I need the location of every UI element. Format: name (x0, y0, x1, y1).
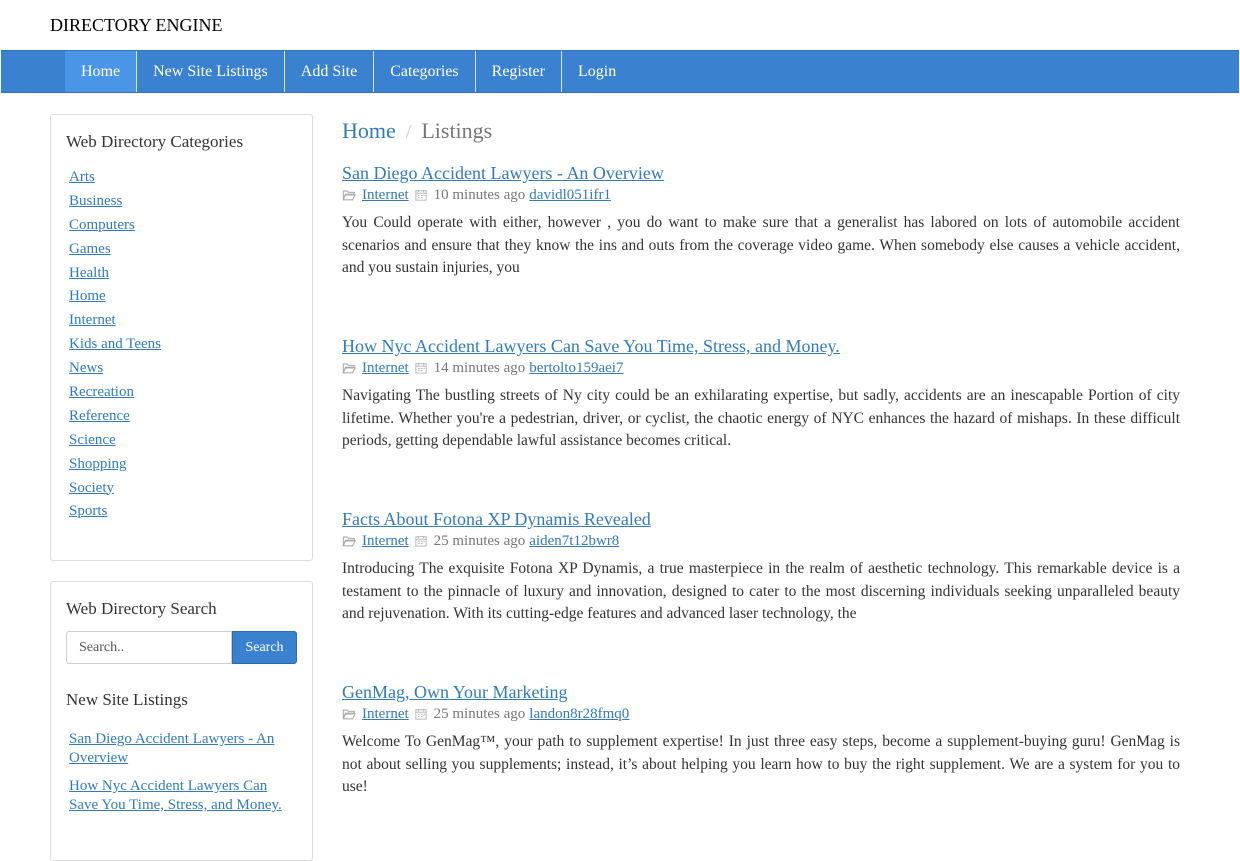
listing-time: 25 minutes ago (433, 533, 526, 549)
breadcrumb-separator: / (405, 121, 412, 143)
category-link-reference[interactable]: Reference (69, 408, 130, 424)
categories-title: Web Directory Categories (66, 132, 244, 151)
listing-meta: Internet 14 minutes ago bertolto159aei7 (342, 358, 1180, 378)
listing-user-link[interactable]: davidl051ifr1 (529, 185, 611, 205)
category-item: Society (69, 477, 297, 501)
listing-user-link[interactable]: bertolto159aei7 (529, 358, 623, 378)
search-input[interactable] (66, 631, 232, 664)
category-item: Kids and Teens (69, 333, 297, 357)
listing-item: Facts About Fotona XP Dynamis Revealed I… (342, 508, 1180, 667)
category-link-arts[interactable]: Arts (69, 169, 95, 185)
calendar-icon (414, 189, 427, 201)
nav-item-login[interactable]: Login (562, 51, 632, 92)
breadcrumb: Home / Listings (342, 118, 1180, 148)
category-item: Home (69, 285, 297, 309)
category-link-business[interactable]: Business (69, 193, 122, 209)
listing-user-link[interactable]: landon8r28fmq0 (529, 704, 629, 724)
new-listing-link[interactable]: How Nyc Accident Lawyers Can Save You Ti… (69, 778, 282, 813)
listing-time: 14 minutes ago (433, 360, 526, 376)
listing-title[interactable]: GenMag, Own Your Marketing (342, 681, 1180, 703)
calendar-icon (414, 362, 427, 374)
category-item: Internet (69, 309, 297, 333)
folder-open-icon (342, 363, 356, 374)
nav-item-home[interactable]: Home (65, 51, 138, 92)
nav-item-register[interactable]: Register (476, 51, 562, 92)
listing-description: You Could operate with either, however ,… (342, 214, 1180, 276)
category-list: Arts Business Computers Games Health Hom… (69, 166, 297, 524)
sidebar: Web Directory Categories Arts Business C… (50, 114, 313, 861)
folder-open-icon (342, 709, 356, 720)
calendar-icon (414, 535, 427, 547)
category-link-sports[interactable]: Sports (69, 503, 107, 519)
category-link-recreation[interactable]: Recreation (69, 384, 134, 400)
new-listing-link[interactable]: San Diego Accident Lawyers - An Overview (69, 731, 274, 766)
listing-category-link[interactable]: Internet (362, 531, 409, 551)
category-item: Health (69, 262, 297, 286)
category-item: Arts (69, 166, 297, 190)
listing-meta: Internet 25 minutes ago landon8r28fmq0 (342, 704, 1180, 724)
category-link-shopping[interactable]: Shopping (69, 456, 127, 472)
listing-title[interactable]: Facts About Fotona XP Dynamis Revealed (342, 508, 1180, 530)
breadcrumb-current: Listings (421, 118, 493, 143)
listing-item: GenMag, Own Your Marketing Internet 25 m… (342, 681, 1180, 840)
site-brand[interactable]: DIRECTORY ENGINE (50, 15, 223, 36)
listing-title[interactable]: How Nyc Accident Lawyers Can Save You Ti… (342, 335, 1180, 357)
top-bar: DIRECTORY ENGINE (0, 0, 1240, 50)
category-link-science[interactable]: Science (69, 432, 116, 448)
category-item: Sports (69, 500, 297, 524)
new-listing-item: How Nyc Accident Lawyers Can Save You Ti… (69, 777, 297, 815)
category-link-health[interactable]: Health (69, 265, 109, 281)
nav-item-add-site[interactable]: Add Site (285, 51, 375, 92)
category-link-games[interactable]: Games (69, 241, 111, 257)
listing-item: How Nyc Accident Lawyers Can Save You Ti… (342, 335, 1180, 494)
listing-description: Introducing The exquisite Fotona XP Dyna… (342, 560, 1180, 622)
category-link-news[interactable]: News (69, 360, 103, 376)
category-item: Recreation (69, 381, 297, 405)
nav-item-categories[interactable]: Categories (374, 51, 476, 92)
listing-meta: Internet 10 minutes ago davidl051ifr1 (342, 185, 1180, 205)
new-listings-title: New Site Listings (66, 690, 188, 709)
category-item: Business (69, 190, 297, 214)
category-item: Computers (69, 214, 297, 238)
listing-description: Navigating The bustling streets of Ny ci… (342, 387, 1180, 449)
new-listing-item: San Diego Accident Lawyers - An Overview (69, 730, 297, 768)
search-button[interactable]: Search (232, 631, 297, 664)
calendar-icon (414, 708, 427, 720)
search-panel: Web Directory Search Search New Site Lis… (50, 581, 313, 861)
category-link-kids-and-teens[interactable]: Kids and Teens (69, 336, 161, 352)
category-link-society[interactable]: Society (69, 480, 114, 496)
category-item: Reference (69, 405, 297, 429)
nav-list: Home New Site Listings Add Site Categori… (1, 51, 1239, 92)
category-link-computers[interactable]: Computers (69, 217, 135, 233)
breadcrumb-home[interactable]: Home (342, 118, 396, 143)
category-item: News (69, 357, 297, 381)
category-link-internet[interactable]: Internet (69, 312, 116, 328)
listing-time: 10 minutes ago (433, 187, 526, 203)
category-link-home[interactable]: Home (69, 288, 106, 304)
nav-item-new-site-listings[interactable]: New Site Listings (137, 51, 285, 92)
search-form: Search (66, 631, 297, 664)
main-navbar: Home New Site Listings Add Site Categori… (1, 50, 1239, 93)
listing-user-link[interactable]: aiden7t12bwr8 (529, 531, 619, 551)
category-item: Science (69, 429, 297, 453)
new-listings-list: San Diego Accident Lawyers - An Overview… (69, 730, 297, 815)
search-panel-title: Web Directory Search (66, 599, 217, 618)
listing-time: 25 minutes ago (433, 706, 526, 722)
main-content: Home / Listings San Diego Accident Lawyers… (342, 114, 1180, 840)
listing-title[interactable]: San Diego Accident Lawyers - An Overview (342, 162, 1180, 184)
category-item: Shopping (69, 453, 297, 477)
listing-category-link[interactable]: Internet (362, 185, 409, 205)
category-item: Games (69, 238, 297, 262)
listing-meta: Internet 25 minutes ago aiden7t12bwr8 (342, 531, 1180, 551)
folder-open-icon (342, 536, 356, 547)
listing-item: San Diego Accident Lawyers - An Overview… (342, 162, 1180, 321)
folder-open-icon (342, 190, 356, 201)
listing-category-link[interactable]: Internet (362, 358, 409, 378)
listing-description: Welcome To GenMag™, your path to supplem… (342, 733, 1180, 795)
listing-category-link[interactable]: Internet (362, 704, 409, 724)
categories-panel: Web Directory Categories Arts Business C… (50, 114, 313, 561)
